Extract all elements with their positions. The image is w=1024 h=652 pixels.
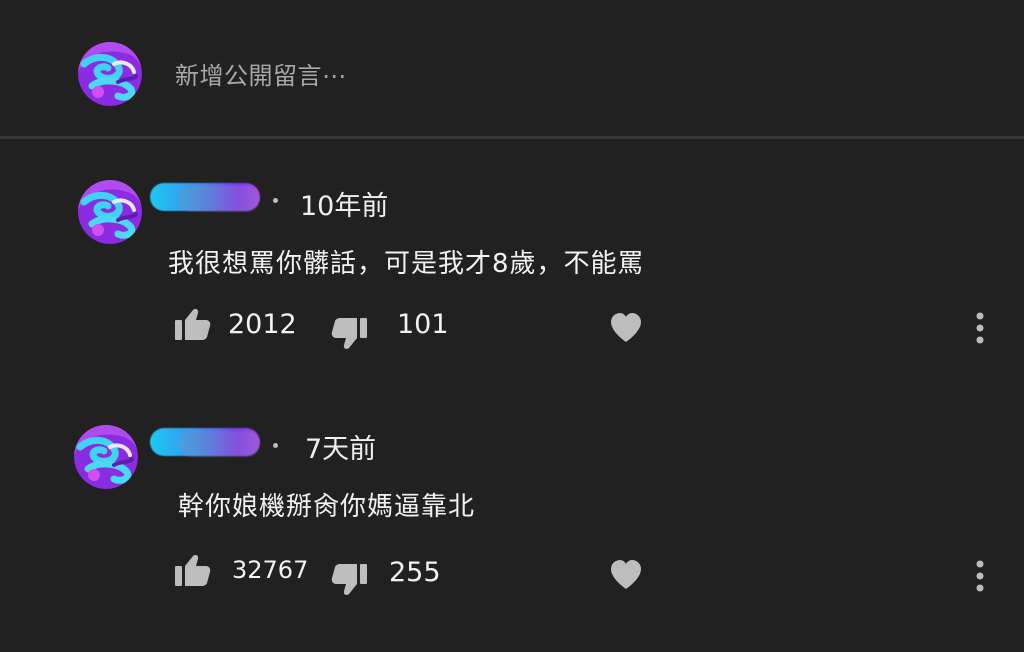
add-comment-input[interactable]: 新增公開留言⋯ [175,56,347,91]
like-count: 32767 [232,556,309,584]
dislike-count: 101 [397,309,449,340]
comment-text: 幹你娘機掰肏你媽逼靠北 [178,492,476,522]
more-vert-icon[interactable] [976,560,984,592]
commenter-name-redacted[interactable] [150,428,260,457]
thumbs-down-icon[interactable] [331,564,367,596]
commenter-name-redacted[interactable] [150,183,260,212]
divider [0,136,1024,139]
add-comment-row: 新增公開留言⋯ [0,0,1024,138]
like-count: 2012 [228,309,297,340]
heart-icon[interactable] [609,559,643,590]
commenter-avatar[interactable] [74,425,138,489]
thumbs-down-icon[interactable] [331,318,367,350]
separator-dot [273,443,278,448]
user-avatar [78,42,142,106]
dislike-count: 255 [389,557,441,588]
thumbs-up-icon[interactable] [175,554,211,586]
commenter-avatar[interactable] [78,180,142,244]
comment-timestamp: 10年前 [300,191,389,222]
more-vert-icon[interactable] [976,312,984,344]
comment-timestamp: 7天前 [305,434,377,465]
thumbs-up-icon[interactable] [175,308,211,340]
separator-dot [273,198,278,203]
heart-icon[interactable] [609,312,643,343]
comment-text: 我很想罵你髒話，可是我才8歲，不能罵 [168,249,645,279]
